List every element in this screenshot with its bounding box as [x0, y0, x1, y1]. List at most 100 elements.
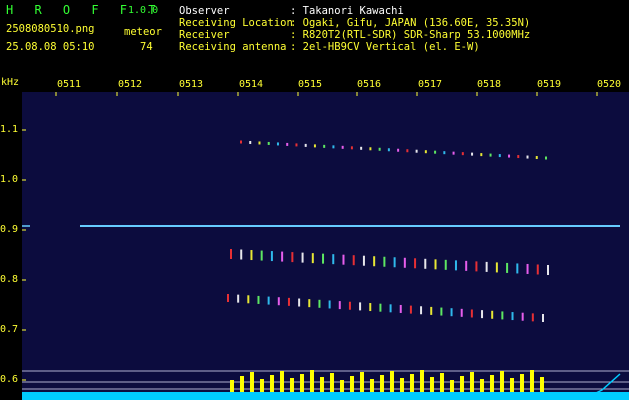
file-datetime: 25.08.08 05:10 — [6, 41, 95, 53]
signal-trace-upper — [240, 140, 547, 160]
signal-streak — [485, 261, 488, 272]
signal-dot — [341, 145, 344, 149]
x-tick-0517: 0517 — [418, 79, 443, 90]
location-value: : Ogaki, Gifu, JAPAN (136.60E, 35.35N) — [290, 17, 531, 29]
signal-streak — [424, 258, 427, 269]
y-tick-1-1: 1.1 — [0, 124, 19, 135]
level-bar — [480, 379, 484, 392]
signal-streak — [260, 250, 263, 261]
signal-dot — [332, 145, 335, 149]
signal-streak — [536, 264, 539, 275]
signal-streak — [440, 307, 443, 316]
signal-streak — [230, 249, 232, 259]
level-bar — [400, 378, 404, 392]
y-tick-0-7: 0.7 — [0, 324, 19, 335]
level-bar — [310, 370, 314, 392]
signal-streak — [348, 301, 351, 310]
signal-streak — [322, 253, 325, 264]
signal-streak — [495, 262, 498, 273]
signal-streak — [270, 251, 273, 262]
signal-streak — [359, 302, 362, 311]
level-bar — [460, 376, 464, 392]
signal-dot — [443, 151, 446, 155]
signal-dot — [323, 144, 326, 148]
signal-streak — [403, 257, 406, 268]
x-tick-0513: 0513 — [179, 79, 204, 90]
antenna-label: Receiving antenna — [179, 41, 287, 53]
header-panel: H R O F F T 1.0.0 2508080510.png 25.08.0… — [0, 0, 629, 76]
signal-dot — [489, 153, 492, 157]
level-bar — [320, 377, 324, 392]
level-bar — [450, 380, 454, 392]
signal-streak — [481, 310, 484, 319]
signal-streak — [281, 251, 284, 262]
level-bar — [440, 373, 444, 392]
level-bar — [520, 374, 524, 392]
level-bar — [240, 376, 244, 392]
signal-streak — [227, 294, 229, 302]
signal-streak — [521, 312, 524, 321]
level-bar — [360, 372, 364, 392]
y-axis-unit: kHz — [1, 77, 20, 88]
signal-streak — [465, 260, 468, 271]
y-tick-0-8: 0.8 — [0, 274, 19, 285]
signal-streak — [240, 249, 243, 260]
signal-streak — [506, 262, 509, 273]
level-bar — [410, 374, 414, 392]
meteor-label: meteor — [124, 26, 162, 38]
x-tick-0518: 0518 — [477, 79, 502, 90]
x-tick-0515: 0515 — [298, 79, 323, 90]
signal-streak — [531, 313, 534, 322]
signal-streak — [547, 265, 549, 275]
signal-streak — [298, 298, 301, 307]
app-version: 1.0.0 — [128, 5, 159, 16]
observer-label: Observer — [179, 5, 230, 17]
level-bar — [250, 372, 254, 392]
signal-dot — [350, 146, 353, 150]
signal-dot — [526, 155, 529, 159]
signal-streak — [542, 314, 544, 322]
level-bar — [500, 371, 504, 392]
signal-dot — [378, 147, 381, 151]
signal-streak — [450, 308, 453, 317]
signal-streak — [454, 260, 457, 271]
level-bar — [420, 370, 424, 392]
signal-dot — [360, 146, 363, 150]
signal-dot — [461, 152, 464, 156]
level-bar — [290, 378, 294, 392]
signal-streak — [328, 300, 331, 309]
level-bar — [350, 376, 354, 392]
signal-dot — [535, 156, 538, 160]
level-bar — [470, 372, 474, 392]
x-tick-0512: 0512 — [118, 79, 143, 90]
signal-streak — [373, 256, 376, 267]
level-bar — [490, 375, 494, 392]
noise-baseline — [22, 392, 629, 400]
signal-streak — [460, 308, 463, 317]
x-tick-0514: 0514 — [239, 79, 264, 90]
receiver-value: : R820T2(RTL-SDR) SDR-Sharp 53.1000MHz — [290, 29, 531, 41]
level-bar — [270, 375, 274, 392]
signal-dot — [498, 154, 501, 158]
tick-marks — [22, 92, 598, 381]
signal-streak — [444, 259, 447, 270]
signal-streak — [414, 258, 417, 269]
x-tick-0511: 0511 — [57, 79, 82, 90]
signal-streak — [362, 255, 365, 266]
level-bar — [260, 379, 264, 392]
spectrogram — [22, 92, 629, 400]
level-bar — [340, 380, 344, 392]
signal-streak — [409, 305, 412, 314]
location-label: Receiving Location — [179, 17, 293, 29]
y-tick-0-9: 0.9 — [0, 224, 19, 235]
signal-streak — [338, 301, 341, 310]
signal-streak — [501, 311, 504, 320]
signal-dot — [304, 143, 307, 147]
signal-dot — [508, 154, 511, 158]
signal-streak — [332, 254, 335, 265]
y-tick-0-6: 0.6 — [0, 374, 19, 385]
level-bar — [530, 370, 534, 392]
signal-streak — [379, 303, 382, 312]
meteor-count: 74 — [140, 41, 153, 53]
signal-streak — [420, 306, 423, 315]
